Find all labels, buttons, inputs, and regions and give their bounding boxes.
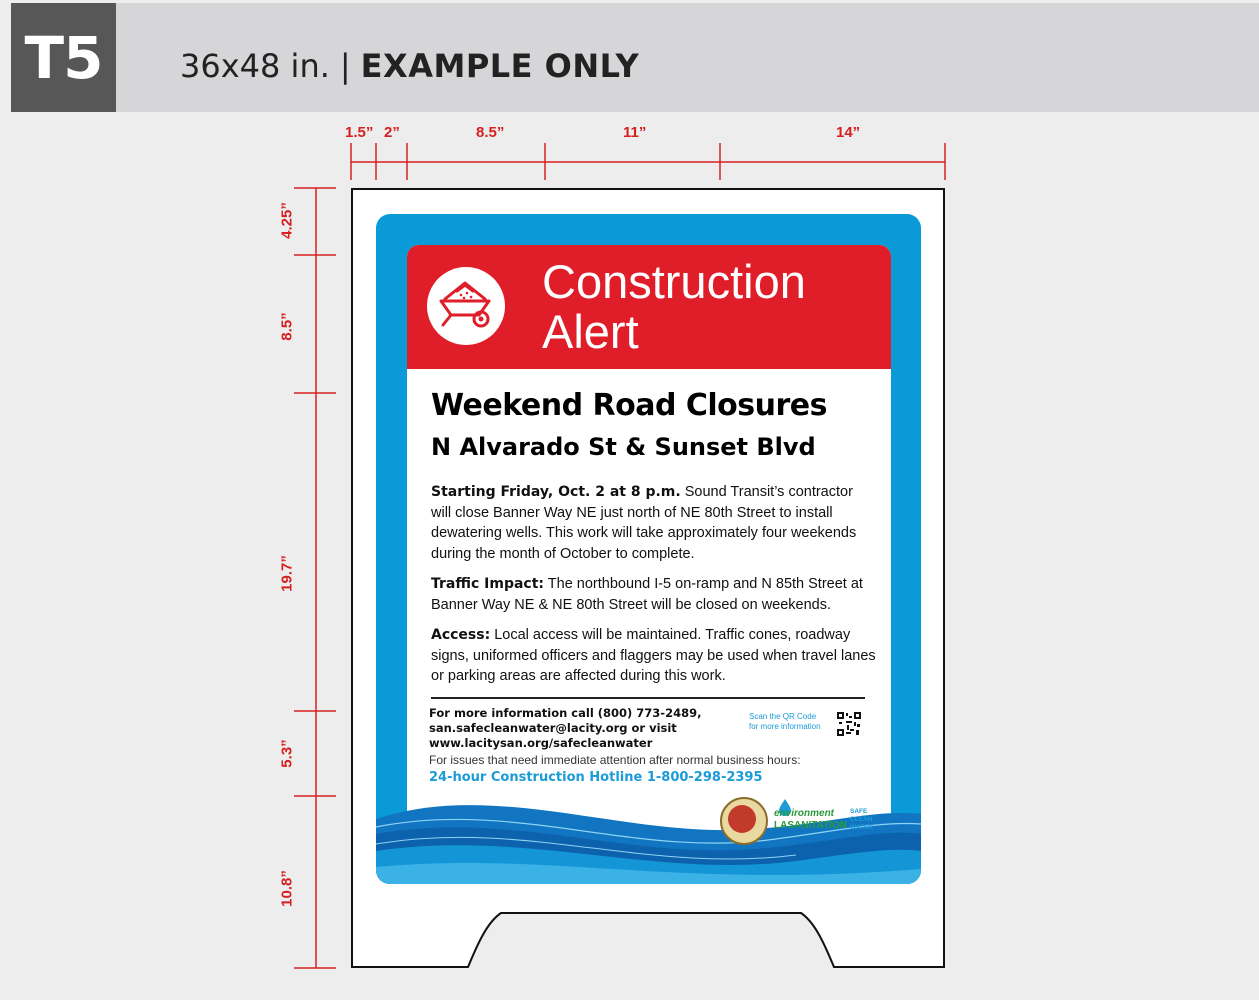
qr-caption-line2: for more information: [749, 722, 821, 731]
hotline: 24-hour Construction Hotline 1-800-298-2…: [429, 770, 763, 785]
logo-scw-line3: WATER: [850, 824, 873, 831]
paragraph-traffic: Traffic Impact: The northbound I-5 on-ra…: [431, 574, 876, 615]
qr-caption-line1: Scan the QR Code: [749, 712, 817, 721]
subheadline: N Alvarado St & Sunset Blvd: [431, 433, 816, 461]
issues-note: For issues that need immediate attention…: [429, 753, 801, 767]
paragraph-access: Access: Local access will be maintained.…: [431, 625, 876, 687]
logo-sanitation: LASANITATION: [774, 820, 847, 831]
dim-h-2: 2”: [384, 124, 400, 141]
contact-phone: For more information call (800) 773-2489…: [429, 706, 702, 720]
city-seal-center: [728, 805, 756, 833]
alert-title: Construction Alert: [542, 257, 806, 357]
alert-header: Construction Alert: [407, 245, 891, 369]
logo-scw-line2: CLEAN: [850, 816, 873, 823]
paragraph-schedule-lead: Starting Friday, Oct. 2 at 8 p.m.: [431, 484, 681, 500]
dim-v-1: 4.25”: [278, 202, 296, 239]
dim-v-3: 19.7”: [278, 555, 296, 592]
logo-safe-clean-water: SAFE CLEAN WATER: [850, 808, 873, 832]
headline: Weekend Road Closures: [431, 388, 827, 423]
sign-card: Construction Alert Weekend Road Closures…: [407, 245, 891, 845]
dim-v-4: 5.3”: [278, 739, 296, 768]
qr-code-icon: [837, 712, 861, 736]
dim-v-5: 10.8”: [278, 870, 296, 907]
dim-v-2: 8.5”: [278, 312, 296, 341]
paragraph-schedule: Starting Friday, Oct. 2 at 8 p.m. Sound …: [431, 482, 876, 564]
dim-h-5: 14”: [836, 124, 861, 141]
dim-h-4: 11”: [623, 124, 647, 141]
paragraph-access-lead: Access:: [431, 627, 491, 643]
paragraph-access-text: Local access will be maintained. Traffic…: [431, 627, 876, 684]
contact-email: san.safecleanwater@lacity.org or visit: [429, 721, 677, 735]
alert-title-line2: Alert: [542, 305, 639, 358]
wheelbarrow-icon: [427, 267, 505, 345]
dim-h-1: 1.5”: [345, 124, 374, 141]
logo-environment: environment: [774, 808, 835, 819]
paragraph-traffic-lead: Traffic Impact:: [431, 576, 545, 592]
logo-scw-line1: SAFE: [850, 808, 868, 815]
qr-caption: Scan the QR Code for more information: [749, 712, 821, 732]
divider: [431, 697, 865, 699]
contact-info: For more information call (800) 773-2489…: [429, 706, 729, 751]
sign-panel: Construction Alert Weekend Road Closures…: [376, 214, 921, 884]
alert-title-line1: Construction: [542, 255, 806, 308]
dim-h-3: 8.5”: [476, 124, 505, 141]
contact-url: www.lacitysan.org/safecleanwater: [429, 736, 653, 750]
